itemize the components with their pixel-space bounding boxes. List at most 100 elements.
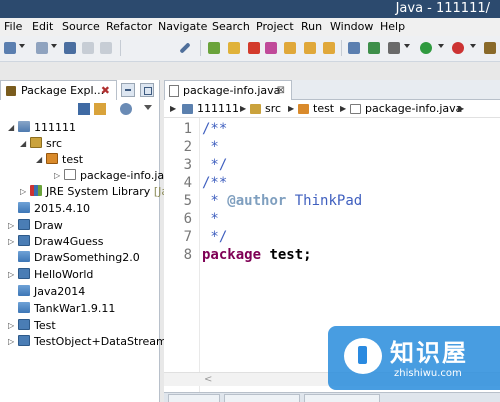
editor-tab-bar: package-info.java ⊠ bbox=[164, 80, 500, 100]
menu-window[interactable]: Window bbox=[330, 18, 373, 36]
watermark-text: 知识屋 bbox=[390, 339, 468, 367]
debug-options-icon[interactable] bbox=[388, 42, 400, 54]
expand-icon[interactable]: ▷ bbox=[8, 218, 18, 234]
expand-icon[interactable]: ▷ bbox=[54, 168, 64, 184]
title-bar: Java - 111111/ bbox=[0, 0, 500, 18]
link-with-editor-icon[interactable] bbox=[94, 103, 106, 115]
package-explorer-tab[interactable]: Package Expl... ✖ bbox=[0, 80, 117, 100]
close-icon[interactable]: ⊠ bbox=[277, 81, 285, 101]
tree-item[interactable]: ▷ TestObject+DataStream8 bbox=[8, 334, 174, 350]
expand-icon[interactable]: ▷ bbox=[8, 234, 18, 250]
run-dropdown-icon[interactable] bbox=[438, 44, 444, 48]
project-icon bbox=[18, 235, 30, 246]
collapse-all-icon[interactable] bbox=[78, 103, 90, 115]
step-over-icon[interactable] bbox=[304, 42, 316, 54]
tree-item[interactable]: ▷ JRE System Library [Ja bbox=[20, 184, 168, 200]
bottom-tab[interactable] bbox=[304, 394, 380, 402]
tree-item[interactable]: ◢ test bbox=[36, 152, 83, 168]
open-dropdown-icon[interactable] bbox=[51, 44, 57, 48]
breadcrumb-project[interactable]: 111111 bbox=[197, 100, 239, 118]
expand-icon[interactable]: ◢ bbox=[20, 136, 30, 152]
maximize-icon[interactable] bbox=[140, 83, 154, 97]
resume-icon[interactable] bbox=[208, 42, 220, 54]
menu-navigate[interactable]: Navigate bbox=[158, 18, 207, 36]
expand-icon[interactable]: ▷ bbox=[8, 318, 18, 334]
expand-icon[interactable]: ▷ bbox=[20, 184, 30, 200]
menu-run[interactable]: Run bbox=[301, 18, 322, 36]
menu-search[interactable]: Search bbox=[212, 18, 250, 36]
bottom-tab[interactable] bbox=[224, 394, 300, 402]
package-explorer-title: Package Expl... bbox=[21, 84, 105, 97]
code-text: * bbox=[202, 193, 228, 209]
menu-bar: File Edit Source Refactor Navigate Searc… bbox=[0, 18, 500, 36]
debug-icon[interactable] bbox=[368, 42, 380, 54]
tree-item[interactable]: Java2014 bbox=[8, 284, 85, 300]
terminate-icon[interactable] bbox=[248, 42, 260, 54]
view-menu-icon[interactable] bbox=[144, 105, 152, 110]
breadcrumb-file[interactable]: package-info.java bbox=[365, 100, 462, 118]
run-icon[interactable] bbox=[420, 42, 432, 54]
external-tools-icon[interactable] bbox=[452, 42, 464, 54]
package-explorer-icon bbox=[6, 86, 16, 96]
new-dropdown-icon[interactable] bbox=[19, 44, 25, 48]
tree-item[interactable]: ◢ 111111 bbox=[8, 120, 76, 136]
new-icon[interactable] bbox=[4, 42, 16, 54]
tree-item[interactable]: 2015.4.10 bbox=[8, 201, 90, 217]
tree-item[interactable]: DrawSomething2.0 bbox=[8, 250, 140, 266]
step-into-icon[interactable] bbox=[284, 42, 296, 54]
menu-file[interactable]: File bbox=[4, 18, 22, 36]
code-text: test; bbox=[261, 247, 312, 263]
bottom-tab[interactable] bbox=[168, 394, 220, 402]
use-step-filters-icon[interactable] bbox=[348, 42, 360, 54]
package-explorer-panel: Package Expl... ✖ ◢ 111111 ◢ src ◢ test ▷ pa… bbox=[0, 80, 174, 402]
disconnect-icon[interactable] bbox=[265, 42, 277, 54]
save-icon[interactable] bbox=[64, 42, 76, 54]
tree-item[interactable]: ▷ HelloWorld bbox=[8, 267, 93, 283]
breadcrumb-arrow-icon[interactable]: ▶ bbox=[340, 100, 346, 118]
breadcrumb-arrow-icon[interactable]: ▶ bbox=[458, 100, 464, 118]
tree-item[interactable]: ◢ src bbox=[20, 136, 62, 152]
close-icon[interactable]: ✖ bbox=[101, 81, 110, 101]
tree-item[interactable]: ▷ Draw bbox=[8, 218, 63, 234]
menu-edit[interactable]: Edit bbox=[32, 18, 53, 36]
minimize-icon[interactable] bbox=[121, 83, 135, 97]
scroll-left-icon[interactable]: < bbox=[204, 373, 212, 387]
tree-item[interactable]: ▷ Draw4Guess bbox=[8, 234, 103, 250]
tree-item[interactable]: ▷ package-info.ja bbox=[54, 168, 164, 184]
external-tools-dropdown-icon[interactable] bbox=[470, 44, 476, 48]
breadcrumb-package[interactable]: test bbox=[313, 100, 334, 118]
tree-item-label: DrawSomething2.0 bbox=[34, 251, 140, 264]
skip-breakpoints-icon[interactable] bbox=[179, 42, 191, 54]
line-number: 8 bbox=[183, 247, 192, 263]
expand-icon[interactable]: ▷ bbox=[8, 267, 18, 283]
focus-icon[interactable] bbox=[120, 103, 132, 115]
tree-item[interactable]: ▷ Test bbox=[8, 318, 56, 334]
breadcrumb-arrow-icon[interactable]: ▶ bbox=[240, 100, 246, 118]
editor-tab[interactable]: package-info.java ⊠ bbox=[164, 80, 292, 100]
line-number: 6 bbox=[183, 211, 192, 227]
save-all-icon[interactable] bbox=[82, 42, 94, 54]
window-title: Java - 111111/ bbox=[395, 1, 490, 16]
step-return-icon[interactable] bbox=[323, 42, 335, 54]
folder-icon bbox=[18, 285, 30, 296]
print-icon[interactable] bbox=[100, 42, 112, 54]
tree-item[interactable]: TankWar1.9.11 bbox=[8, 301, 115, 317]
expand-icon[interactable]: ◢ bbox=[36, 152, 46, 168]
breadcrumb-arrow-icon[interactable]: ▶ bbox=[288, 100, 294, 118]
breadcrumb-src[interactable]: src bbox=[265, 100, 281, 118]
tree-item-label: package-info.ja bbox=[80, 169, 165, 182]
new-java-project-icon[interactable] bbox=[484, 42, 496, 54]
expand-icon[interactable]: ▷ bbox=[8, 334, 18, 350]
code-line: /** bbox=[202, 175, 228, 191]
line-number: 7 bbox=[183, 229, 192, 245]
open-icon[interactable] bbox=[36, 42, 48, 54]
project-icon bbox=[182, 104, 193, 114]
suspend-icon[interactable] bbox=[228, 42, 240, 54]
menu-help[interactable]: Help bbox=[380, 18, 405, 36]
breadcrumb-arrow-icon[interactable]: ▶ bbox=[170, 100, 176, 118]
expand-icon[interactable]: ◢ bbox=[8, 120, 18, 136]
debug-dropdown-icon[interactable] bbox=[404, 44, 410, 48]
menu-source[interactable]: Source bbox=[62, 18, 100, 36]
menu-refactor[interactable]: Refactor bbox=[106, 18, 152, 36]
menu-project[interactable]: Project bbox=[256, 18, 294, 36]
